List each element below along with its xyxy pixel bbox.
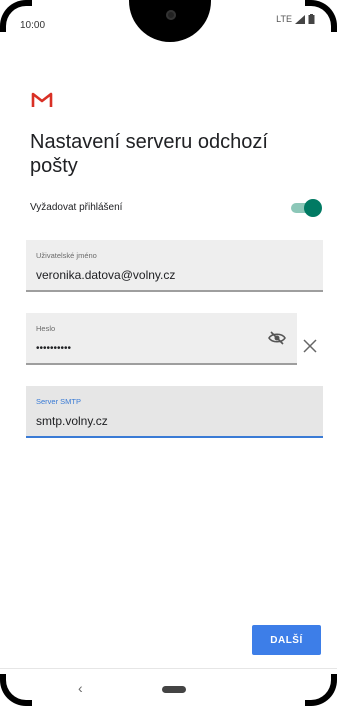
camera-notch — [129, 0, 211, 42]
username-field[interactable]: Uživatelské jméno veronika.datova@volny.… — [26, 240, 323, 292]
next-button[interactable]: DALŠÍ — [252, 625, 321, 655]
switch-thumb — [304, 199, 322, 217]
hide-password-icon[interactable] — [267, 330, 287, 346]
status-time: 10:00 — [20, 20, 46, 31]
password-field[interactable]: Heslo •••••••••• — [26, 313, 297, 365]
gmail-logo-icon — [31, 92, 53, 107]
require-login-label: Vyžadovat přihlášení — [30, 202, 123, 213]
require-login-switch[interactable] — [291, 199, 322, 217]
password-label: Heslo — [36, 324, 56, 333]
home-pill-button[interactable] — [162, 686, 186, 693]
username-value: veronika.datova@volny.cz — [36, 268, 176, 282]
back-nav-button[interactable]: ‹ — [78, 680, 83, 696]
battery-icon — [308, 14, 315, 24]
status-icons: LTE — [276, 14, 315, 24]
clear-password-icon[interactable] — [301, 337, 319, 355]
smtp-server-value: smtp.volny.cz — [36, 414, 108, 428]
network-type-label: LTE — [276, 14, 292, 24]
device-corner — [305, 674, 337, 706]
smtp-server-label: Server SMTP — [36, 397, 82, 406]
username-label: Uživatelské jméno — [36, 251, 97, 260]
smtp-server-field[interactable]: Server SMTP smtp.volny.cz — [26, 386, 323, 438]
device-corner — [0, 674, 32, 706]
navbar-divider — [0, 668, 337, 669]
page-title: Nastavení serveru odchozí pošty — [30, 131, 268, 177]
front-camera — [166, 10, 176, 20]
signal-icon — [295, 14, 305, 24]
password-value: •••••••••• — [36, 343, 72, 354]
